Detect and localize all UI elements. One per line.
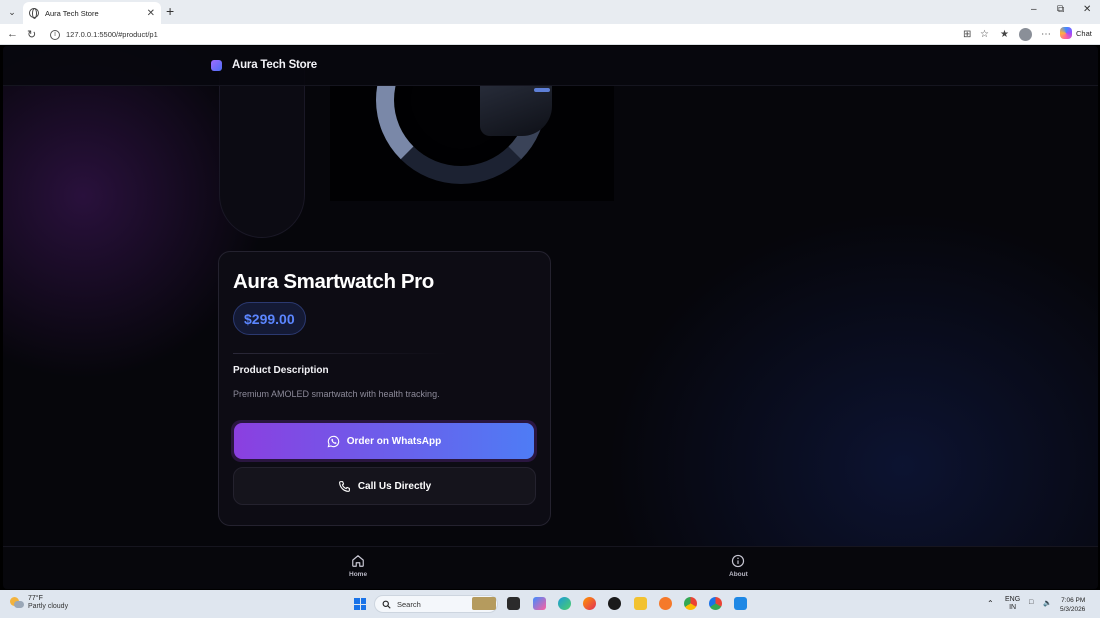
- clock-date: 5/3/2026: [1060, 606, 1086, 613]
- nav-item-home[interactable]: Home: [349, 554, 367, 578]
- product-title: Aura Smartwatch Pro: [233, 270, 434, 293]
- call-us-label: Call Us Directly: [357, 480, 432, 492]
- tab-close-icon[interactable]: ✕: [147, 8, 155, 19]
- weather-widget[interactable]: 77°F Partly cloudy: [10, 595, 68, 611]
- more-options-icon[interactable]: ⋯: [1041, 29, 1051, 40]
- language-line2: IN: [1009, 604, 1017, 611]
- description-text: Premium AMOLED smartwatch with health tr…: [233, 389, 440, 399]
- language-indicator[interactable]: ENG IN: [1005, 596, 1020, 612]
- blender-app-icon[interactable]: [659, 597, 672, 610]
- order-whatsapp-button[interactable]: Order on WhatsApp: [231, 420, 537, 462]
- call-us-button[interactable]: Call Us Directly: [233, 467, 536, 505]
- copilot-chat-button[interactable]: Chat: [1060, 27, 1092, 39]
- clock-time: 7:06 PM: [1061, 597, 1086, 604]
- order-whatsapp-button-face[interactable]: Order on WhatsApp: [234, 423, 534, 459]
- brand-logo-icon[interactable]: [211, 60, 222, 71]
- tab-list-chevron-icon[interactable]: ⌄: [4, 4, 20, 20]
- restore-icon[interactable]: ⧉: [1057, 4, 1064, 15]
- browser-tab[interactable]: Aura Tech Store ✕: [23, 2, 161, 24]
- weather-temp: 77°F: [28, 595, 43, 602]
- chrome-app-icon[interactable]: [684, 597, 697, 610]
- copilot-chat-label: Chat: [1076, 28, 1092, 38]
- taskbar-clock[interactable]: 7:06 PM 5/3/2026: [1060, 596, 1085, 614]
- page-viewport: Aura Tech Store Aura Smartwatch Pro $299…: [3, 46, 1098, 589]
- divider: [233, 353, 449, 354]
- window-close-icon[interactable]: ✕: [1083, 4, 1091, 15]
- price-badge: $299.00: [233, 302, 306, 335]
- vscode-app-icon[interactable]: [734, 597, 747, 610]
- app-install-icon[interactable]: ⊞: [963, 29, 971, 40]
- brand-name[interactable]: Aura Tech Store: [232, 59, 317, 71]
- volume-icon[interactable]: 🔈: [1043, 599, 1052, 607]
- tray-chevron-up-icon[interactable]: ⌃: [987, 599, 994, 608]
- firefox-app-icon[interactable]: [583, 597, 596, 610]
- browser-toolbar: ← ↻ i 127.0.0.1:5500/#product/p1 ⊞ ☆ ★ ⋯…: [0, 24, 1100, 45]
- order-whatsapp-label: Order on WhatsApp: [346, 435, 442, 447]
- copilot-app-icon[interactable]: [533, 597, 546, 610]
- new-tab-plus-icon[interactable]: +: [166, 3, 174, 19]
- tab-title: Aura Tech Store: [45, 8, 99, 18]
- browser-tab-bar: ⌄ Aura Tech Store ✕ + – ⧉ ✕: [0, 0, 1100, 24]
- smartwatch-glint-graphic: [534, 88, 550, 92]
- language-line1: ENG: [1005, 596, 1021, 603]
- phone-icon: [338, 480, 350, 492]
- windows-start-icon[interactable]: [354, 598, 366, 610]
- search-icon: [382, 600, 391, 609]
- file-explorer-icon[interactable]: [634, 597, 647, 610]
- site-info-icon[interactable]: i: [50, 29, 60, 40]
- search-placeholder: Search: [397, 599, 421, 609]
- description-heading: Product Description: [233, 365, 329, 376]
- product-image: [330, 86, 614, 201]
- favorite-star-icon[interactable]: ☆: [980, 29, 989, 40]
- smartwatch-band-graphic: [480, 86, 552, 136]
- weather-condition: Partly cloudy: [28, 603, 69, 610]
- price-text: $299.00: [244, 310, 295, 327]
- terminal-app-icon[interactable]: [507, 597, 520, 610]
- github-app-icon[interactable]: [608, 597, 621, 610]
- globe-icon: [29, 8, 39, 19]
- partly-cloudy-icon: [10, 597, 24, 609]
- bottom-nav: Home About: [3, 546, 1098, 589]
- home-icon: [352, 555, 364, 567]
- address-bar[interactable]: i 127.0.0.1:5500/#product/p1: [44, 26, 950, 43]
- os-taskbar: 77°F Partly cloudy Search ⌃ ENG IN □ 🔈 7…: [0, 590, 1100, 618]
- product-card: Aura Smartwatch Pro $299.00 Product Desc…: [218, 251, 551, 526]
- nav-about-label: About: [729, 571, 748, 578]
- search-highlight-icon: [472, 597, 496, 610]
- profile-avatar[interactable]: [1019, 28, 1032, 41]
- site-header: Aura Tech Store: [3, 46, 1098, 86]
- copilot-icon: [1060, 27, 1072, 39]
- info-icon: [732, 554, 745, 568]
- network-icon[interactable]: □: [1029, 599, 1033, 606]
- nav-home-label: Home: [349, 571, 368, 578]
- reload-icon[interactable]: ↻: [27, 28, 36, 41]
- chrome-profile-app-icon[interactable]: [709, 597, 722, 610]
- url-text: 127.0.0.1:5500/#product/p1: [66, 30, 158, 39]
- nav-item-about[interactable]: About: [729, 554, 748, 578]
- edge-app-icon[interactable]: [558, 597, 571, 610]
- back-arrow-icon[interactable]: ←: [7, 28, 18, 40]
- favorites-list-icon[interactable]: ★: [1000, 29, 1009, 40]
- whatsapp-icon: [327, 435, 339, 447]
- hero-decorative-pill: [219, 66, 305, 238]
- minimize-icon[interactable]: –: [1031, 4, 1037, 15]
